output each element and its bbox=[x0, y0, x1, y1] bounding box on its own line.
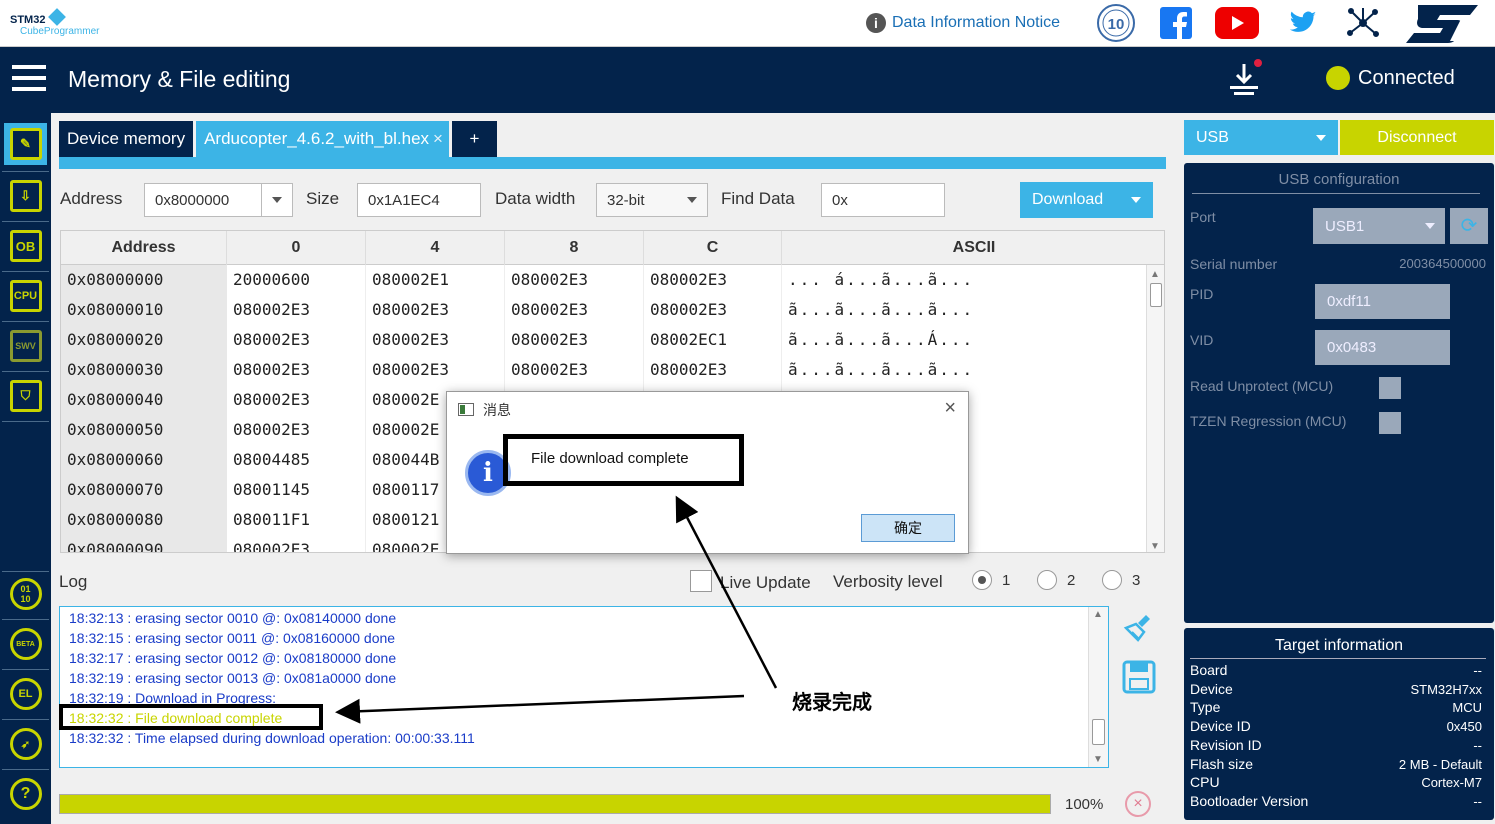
annotation-label: 烧录完成 bbox=[792, 690, 872, 714]
arrow-to-dialog bbox=[675, 495, 778, 689]
annotation-arrows bbox=[335, 495, 778, 724]
arrow-to-log bbox=[335, 694, 745, 724]
